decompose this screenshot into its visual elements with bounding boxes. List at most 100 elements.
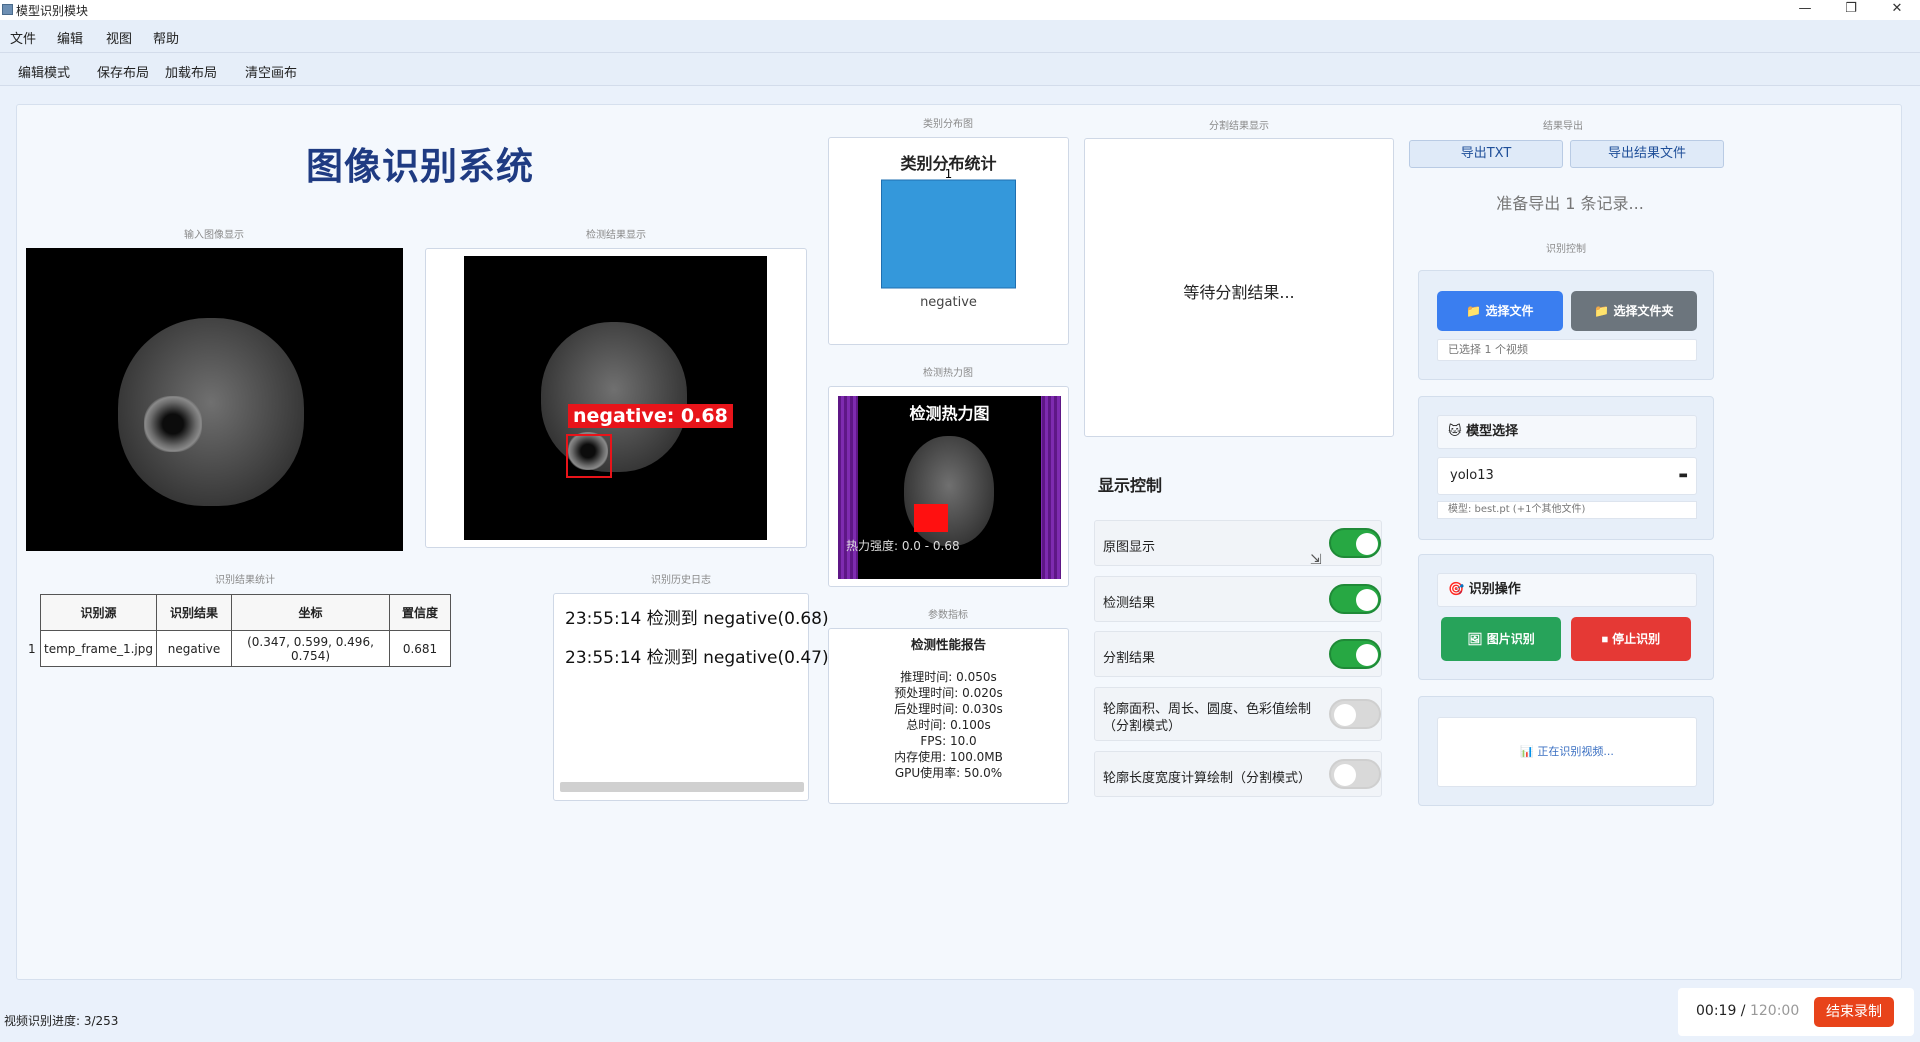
app-icon [2,4,13,15]
toggle-label-detection: 检测结果 [1103,596,1156,611]
title-bar: 模型识别模块 — ❐ ✕ [0,0,1920,20]
table-row[interactable]: temp_frame_1.jpg negative (0.347, 0.599,… [40,630,451,667]
toggle-row-segment: 分割结果 [1094,631,1382,677]
original-toggle[interactable] [1329,528,1381,558]
heat-hotspot [914,504,948,532]
file-select-panel: 📁 选择文件 📁 选择文件夹 已选择 1 个视频 [1418,270,1714,380]
cell-source: temp_frame_1.jpg [40,630,157,667]
detection-label: negative: 0.68 [568,404,733,428]
close-button[interactable]: ✕ [1874,0,1920,20]
history-list: 23:55:14 检测到 negative(0.68) 23:55:14 检测到… [565,604,829,682]
recording-timer: 00:19 / 120:00 [1696,1003,1800,1019]
save-layout-button[interactable]: 保存布局 [97,62,149,81]
ops-panel: 🎯 识别操作 🖼 图片识别 ⏹ 停止识别 [1418,554,1714,680]
folder-icon: 📁 [1594,304,1614,318]
stop-recording-button[interactable]: 结束录制 [1814,997,1894,1027]
stop-recognize-button[interactable]: ⏹ 停止识别 [1571,617,1691,661]
segment-toggle[interactable] [1329,639,1381,669]
stop-icon: ⏹ [1601,632,1613,646]
chart-icon: 📊 [1520,745,1538,758]
target-icon: 🎯 [1448,582,1469,597]
perf-report-panel: 检测性能报告 推理时间: 0.050s 预处理时间: 0.020s 后处理时间:… [828,628,1069,804]
toggle-label-segment: 分割结果 [1103,651,1156,666]
toggle-row-detection: 检测结果 [1094,576,1382,622]
select-folder-button[interactable]: 📁 选择文件夹 [1571,291,1697,331]
model-info: 模型: best.pt (+1个其他文件) [1437,501,1697,519]
category-label: negative [920,295,977,310]
toggle-row-contour-length: 轮廓长度宽度计算绘制（分割模式） [1094,751,1382,797]
detection-box [566,434,612,478]
cell-result: negative [156,630,232,667]
restore-button[interactable]: ❐ [1828,0,1874,20]
segment-panel: 等待分割结果... [1084,138,1394,437]
minimize-button[interactable]: — [1782,0,1828,20]
perf-total: 总时间: 0.100s [906,718,991,732]
folder-icon: 📁 [1466,304,1486,318]
display-control-title: 显示控制 [1098,476,1163,495]
export-txt-button[interactable]: 导出TXT [1409,140,1563,168]
bar-value-label: 1 [945,168,953,181]
total-time: 120:00 [1749,1003,1800,1019]
params-caption: 参数指标 [928,610,968,621]
bar-chart: 1 negative [881,168,1016,310]
menu-file[interactable]: 文件 [10,28,36,47]
col-confidence: 置信度 [389,594,451,631]
input-image-caption: 输入图像显示 [184,230,244,241]
export-status: 准备导出 1 条记录... [1496,194,1644,213]
table-header-row: 识别源 识别结果 坐标 置信度 [40,594,451,631]
toggle-label-contour-length: 轮廓长度宽度计算绘制（分割模式） [1103,771,1312,786]
file-status: 已选择 1 个视频 [1437,339,1697,361]
window-title: 模型识别模块 [16,4,89,18]
recognition-control-caption: 识别控制 [1546,244,1586,255]
cell-confidence: 0.681 [389,630,451,667]
export-file-button[interactable]: 导出结果文件 [1570,140,1724,168]
result-image-caption: 检测结果显示 [586,230,646,241]
perf-fps: FPS: 10.0 [920,734,977,748]
toolbar: 编辑模式 保存布局 加载布局 清空画布 [0,52,1920,86]
table-row-number: 1 [28,642,36,656]
recording-panel: 00:19 / 120:00 结束录制 [1678,988,1914,1036]
toggle-row-contour-area: 轮廓面积、周长、圆度、色彩值绘制 （分割模式） [1094,687,1382,741]
history-caption: 识别历史日志 [651,575,711,586]
heatmap-range: 热力强度: 0.0 - 0.68 [846,539,960,553]
toggle-label-original: 原图显示 [1103,540,1156,555]
model-header: 🐱 模型选择 [1437,415,1697,449]
heatmap-panel: 检测热力图 热力强度: 0.0 - 0.68 [828,386,1069,587]
results-table-caption: 识别结果统计 [215,575,275,586]
select-file-button[interactable]: 📁 选择文件 [1437,291,1563,331]
image-icon: 🖼 [1467,632,1487,646]
toggle-row-original: 原图显示 [1094,520,1382,566]
menu-bar: 文件 编辑 视图 帮助 [0,20,1920,52]
list-item: 23:55:14 检测到 negative(0.47) [565,648,829,668]
clear-canvas-button[interactable]: 清空画布 [245,62,297,81]
perf-preprocess: 预处理时间: 0.020s [894,686,1003,700]
col-result: 识别结果 [156,594,232,631]
detection-toggle[interactable] [1329,584,1381,614]
heatmap-title: 检测热力图 [909,404,990,423]
perf-inference: 推理时间: 0.050s [900,670,997,684]
menu-help[interactable]: 帮助 [153,28,179,47]
model-select[interactable]: yolo13 ▬ [1437,457,1697,495]
page-title: 图像识别系统 [306,145,534,188]
cell-coords: (0.347, 0.599, 0.496, 0.754) [231,630,390,667]
col-source: 识别源 [40,594,157,631]
contour-area-toggle[interactable] [1329,699,1381,729]
menu-edit[interactable]: 编辑 [57,28,83,47]
image-recognize-button[interactable]: 🖼 图片识别 [1441,617,1561,661]
status-bar: 视频识别进度: 3/253 [4,1014,119,1028]
recognize-status: 📊 正在识别视频... [1437,717,1697,787]
status-panel: 📊 正在识别视频... [1418,696,1714,806]
segment-status: 等待分割结果... [1183,283,1295,302]
bar-negative [881,179,1016,289]
menu-view[interactable]: 视图 [106,28,132,47]
edit-mode-button[interactable]: 编辑模式 [18,62,70,81]
contour-length-toggle[interactable] [1329,759,1381,789]
history-scrollbar[interactable] [560,782,804,792]
ops-header: 🎯 识别操作 [1437,573,1697,607]
heatmap-image: 检测热力图 热力强度: 0.0 - 0.68 [838,396,1061,579]
load-layout-button[interactable]: 加载布局 [165,62,217,81]
perf-memory: 内存使用: 100.0MB [894,750,1003,764]
perf-title: 检测性能报告 [910,637,986,652]
toggle-label-contour-area-mode: （分割模式） [1103,719,1182,734]
mouse-cursor-icon: ⇲ [1310,552,1322,568]
